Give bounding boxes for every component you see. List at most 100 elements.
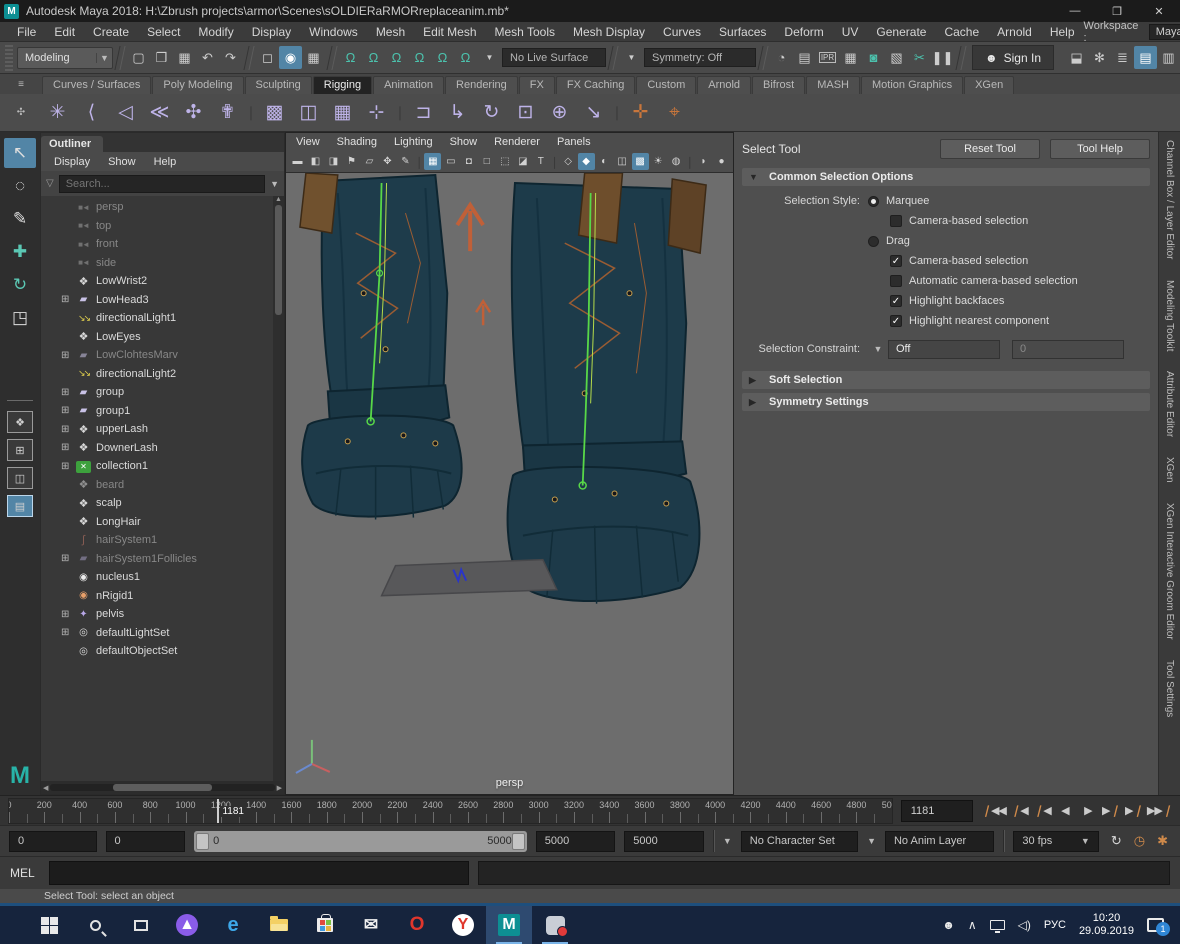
range-end-handle[interactable] — [512, 833, 525, 850]
grid-icon[interactable]: ▦ — [424, 153, 441, 170]
divider[interactable] — [757, 46, 768, 70]
isolate-select-icon[interactable]: ● — [713, 153, 730, 170]
menu-item[interactable]: Create — [84, 25, 138, 39]
shadows-icon[interactable]: ◍ — [668, 153, 685, 170]
outliner-item[interactable]: ⊞▰LowHead3 — [41, 291, 284, 310]
outliner-item[interactable]: ⊞❖upperLash — [41, 420, 284, 439]
sign-in-button[interactable]: ☻ Sign In — [972, 45, 1054, 70]
chevron-down-icon[interactable]: ▼ — [270, 179, 279, 189]
undo-icon[interactable]: ↶ — [196, 46, 219, 69]
drag-handle[interactable] — [5, 45, 13, 71]
humanik-icon[interactable]: ✣ — [178, 97, 209, 128]
step-forward-key-button[interactable]: ▶❘ — [1101, 800, 1121, 822]
point-constraint-icon[interactable]: ↳ — [442, 97, 473, 128]
tool-help-button[interactable]: Tool Help — [1050, 139, 1150, 159]
shelf-tab[interactable]: MASH — [806, 76, 860, 94]
divider[interactable] — [955, 46, 966, 70]
loop-playback-icon[interactable]: ↻ — [1108, 833, 1125, 849]
scale-constraint-icon[interactable]: ↘ — [578, 97, 609, 128]
shelf-tab[interactable]: FX — [519, 76, 555, 94]
animation-start-field[interactable]: 0 — [9, 831, 97, 852]
time-ruler[interactable]: 0200400600800100012001400160018002000220… — [8, 798, 893, 824]
checkbox-automatic-camera-based-selection[interactable] — [890, 275, 902, 287]
outliner-horizontal-scrollbar[interactable]: ◀ ▶ — [41, 781, 284, 794]
distance-tool-icon[interactable]: ✛ — [625, 97, 656, 128]
right-dock-tab-channel-box-layer-editor[interactable]: Channel Box / Layer Editor — [1164, 140, 1175, 260]
menu-item[interactable]: Generate — [867, 25, 935, 39]
maya-app-icon[interactable]: M — [486, 906, 532, 944]
outliner-menu-show[interactable]: Show — [99, 156, 145, 168]
outliner-item[interactable]: ◉nucleus1 — [41, 568, 284, 587]
fps-dropdown[interactable]: 30 fps▼ — [1013, 831, 1099, 852]
playback-start-field[interactable]: 0 — [106, 831, 186, 852]
mel-input[interactable] — [49, 861, 469, 885]
outliner-item[interactable]: ⊞◎defaultLightSet — [41, 624, 284, 643]
section-common-selection-options[interactable]: ▼ Common Selection Options — [742, 168, 1150, 186]
snap-curve-icon[interactable]: Ω — [362, 46, 385, 69]
menu-item[interactable]: File — [8, 25, 45, 39]
menu-item[interactable]: Mesh Display — [564, 25, 654, 39]
image-plane-icon[interactable]: ▱ — [361, 153, 378, 170]
divider[interactable] — [243, 46, 254, 70]
expand-icon[interactable]: ⊞ — [61, 461, 76, 472]
film-gate-icon[interactable]: ▭ — [442, 153, 459, 170]
expand-icon[interactable]: ⊞ — [61, 627, 76, 638]
chevron-up-icon[interactable]: ∧ — [968, 918, 977, 932]
viewport-menu-lighting[interactable]: Lighting — [394, 136, 444, 148]
microsoft-store-icon[interactable] — [302, 906, 348, 944]
section-soft-selection[interactable]: ▶ Soft Selection — [742, 371, 1150, 389]
clock[interactable]: 10:20 29.09.2019 — [1079, 912, 1134, 938]
render-view-icon[interactable]: ◔ — [770, 46, 793, 69]
mel-label[interactable]: MEL — [10, 866, 40, 880]
outliner-item[interactable]: ⊞▰group — [41, 383, 284, 402]
pan-zoom-icon[interactable]: ✥ — [379, 153, 396, 170]
filter-icon[interactable]: ▽ — [46, 178, 54, 189]
select-component-icon[interactable]: ▦ — [302, 46, 325, 69]
parent-constraint-icon[interactable]: ⊐ — [408, 97, 439, 128]
ao-icon[interactable]: ◗ — [695, 153, 712, 170]
menu-item[interactable]: Windows — [300, 25, 367, 39]
shelf-tab[interactable]: FX Caching — [556, 76, 635, 94]
locator-icon[interactable]: ⌖ — [659, 97, 690, 128]
play-forwards-button[interactable]: ▶ — [1078, 800, 1098, 822]
recorder-app-icon[interactable] — [532, 906, 578, 944]
hypershade-icon[interactable]: ◙ — [862, 46, 885, 69]
opera-app-icon[interactable]: O — [394, 906, 440, 944]
divider[interactable] — [607, 46, 618, 70]
step-forward-frame-button[interactable]: ▶❘ — [1124, 800, 1144, 822]
outliner-item[interactable]: ⊞✕collection1 — [41, 457, 284, 476]
snap-grid-icon[interactable]: Ω — [339, 46, 362, 69]
checkbox-highlight-backfaces[interactable]: ✓ — [890, 295, 902, 307]
outliner-item[interactable]: ⊞▰LowClohtesMarv — [41, 346, 284, 365]
attribute-editor-toggle-icon[interactable]: ▤ — [1134, 46, 1157, 69]
lock-camera-icon[interactable]: ◧ — [307, 153, 324, 170]
range-start-handle[interactable] — [196, 833, 209, 850]
right-dock-tab-xgen[interactable]: XGen — [1164, 457, 1175, 483]
go-to-start-button[interactable]: ❘◀◀ — [981, 800, 1006, 822]
menu-item[interactable]: Deform — [775, 25, 832, 39]
wireframe-on-shaded-icon[interactable]: ◐ — [596, 153, 613, 170]
shelf-tab[interactable]: Custom — [636, 76, 696, 94]
outliner-item[interactable]: ❖LongHair — [41, 513, 284, 532]
camera-attributes-icon[interactable]: ◨ — [325, 153, 342, 170]
chevron-down-icon[interactable]: ▼ — [867, 836, 876, 846]
joint-tool-icon[interactable]: ✳ — [42, 97, 73, 128]
outliner-item[interactable]: ❖scalp — [41, 494, 284, 513]
start-button[interactable] — [26, 906, 72, 944]
menu-item[interactable]: Display — [243, 25, 300, 39]
viewport-camera-icon[interactable]: ▬ — [289, 153, 306, 170]
range-slider[interactable]: 0 5000 — [194, 831, 527, 852]
task-view-button[interactable] — [118, 906, 164, 944]
safe-title-icon[interactable]: T — [532, 153, 549, 170]
pause-viewport-icon[interactable]: ❚❚ — [931, 46, 954, 69]
move-tool[interactable]: ✚ — [4, 237, 36, 267]
open-scene-icon[interactable]: ❒ — [150, 46, 173, 69]
character-set-dropdown[interactable]: No Character Set — [741, 831, 858, 852]
rotate-tool[interactable]: ↻ — [4, 270, 36, 300]
alice-app-icon[interactable]: ▲ — [164, 906, 210, 944]
pole-vector-icon[interactable]: ⊕ — [544, 97, 575, 128]
bookmark-icon[interactable]: ⚑ — [343, 153, 360, 170]
file-explorer-icon[interactable] — [256, 906, 302, 944]
skeleton-icon[interactable]: ✟ — [212, 97, 243, 128]
outliner-search-input[interactable] — [59, 175, 265, 193]
